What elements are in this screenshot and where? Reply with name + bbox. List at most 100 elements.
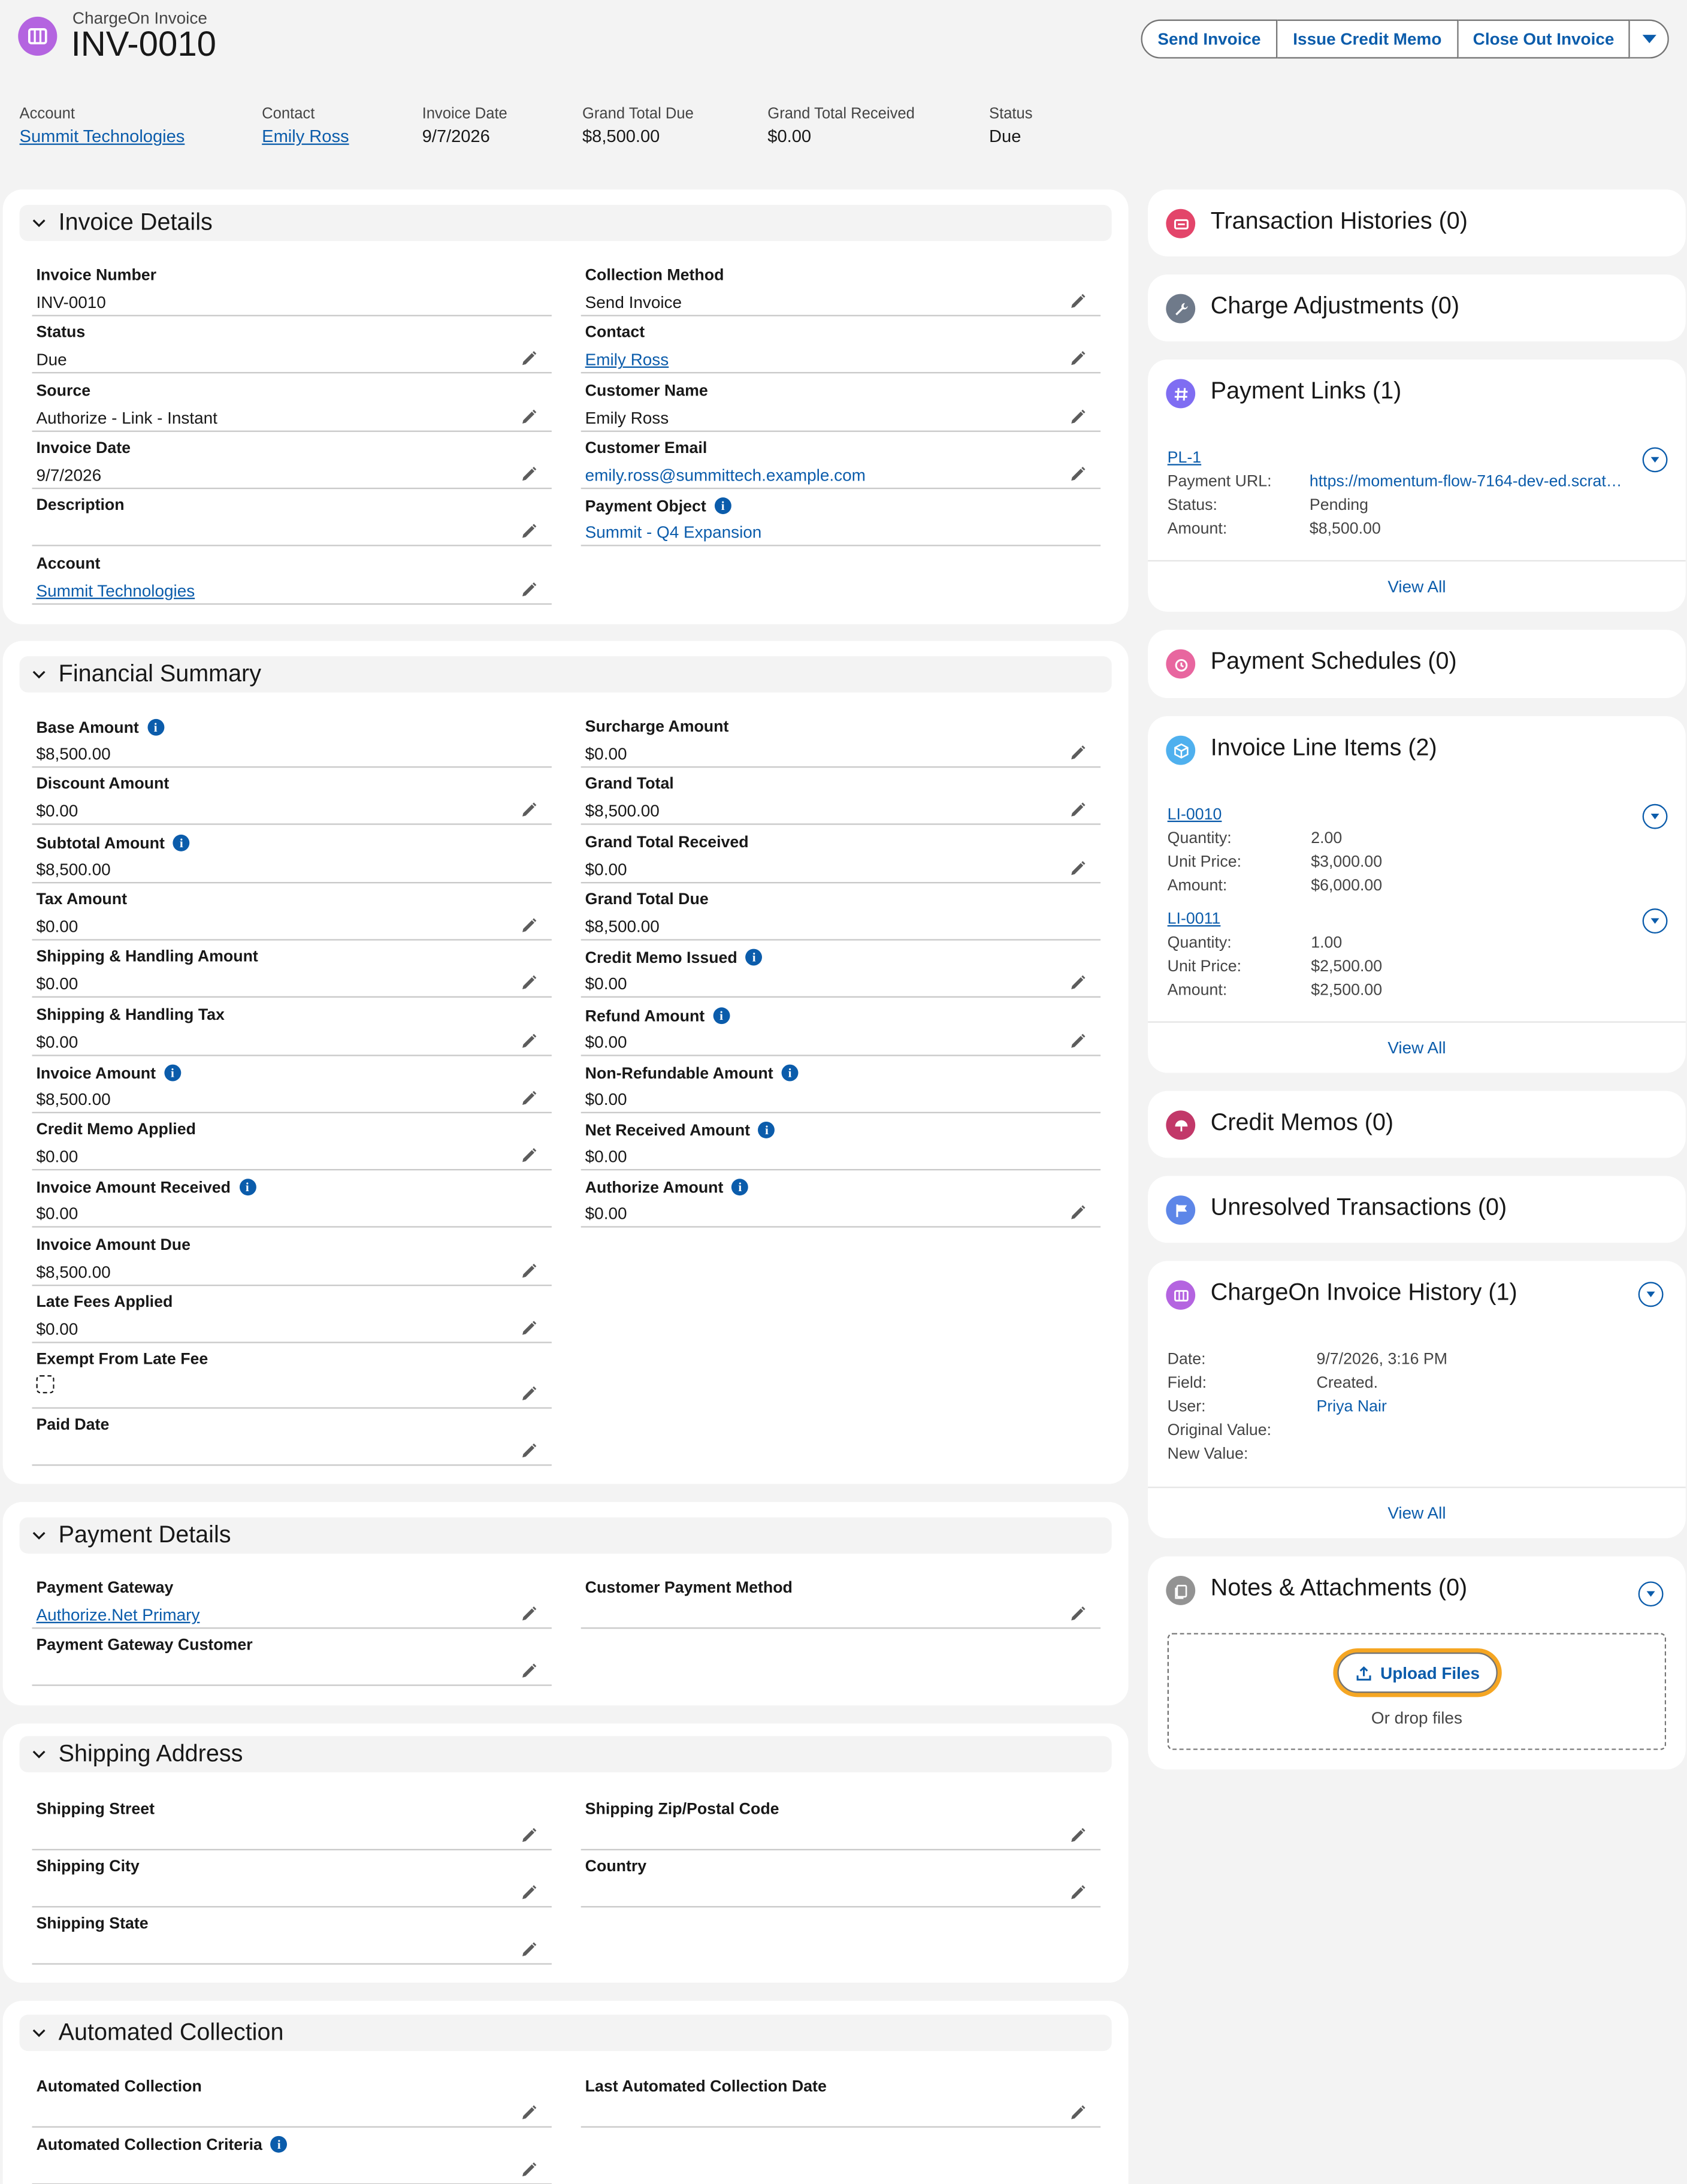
field-value-link[interactable]: emily.ross@summittech.example.com	[585, 465, 866, 485]
edit-pencil-icon[interactable]	[519, 1262, 537, 1280]
edit-pencil-icon[interactable]	[1069, 350, 1087, 368]
edit-pencil-icon[interactable]	[519, 465, 537, 483]
line-item-link[interactable]: LI-0010	[1168, 806, 1222, 823]
list-actions-button[interactable]	[1638, 1282, 1664, 1307]
payment-url-link[interactable]: https://momentum-flow-7164-dev-ed.scrat…	[1310, 474, 1638, 491]
send-invoice-button[interactable]: Send Invoice	[1141, 19, 1278, 59]
edit-pencil-icon[interactable]	[1069, 974, 1087, 992]
edit-pencil-icon[interactable]	[519, 2161, 537, 2179]
contact-link[interactable]: Emily Ross	[262, 127, 349, 147]
edit-pencil-icon[interactable]	[1069, 1204, 1087, 1222]
field-value: $0.00	[585, 974, 627, 994]
notes-attachments-title[interactable]: Notes & Attachments (0)	[1211, 1575, 1467, 1603]
field-value-link[interactable]: Emily Ross	[585, 350, 669, 370]
info-icon[interactable]: i	[745, 949, 763, 966]
payment-details-card: Payment Details Payment Gateway Authorize…	[2, 1502, 1129, 1706]
edit-pencil-icon[interactable]	[519, 1605, 537, 1623]
info-icon[interactable]: i	[238, 1179, 256, 1197]
invoice-line-items-title[interactable]: Invoice Line Items (2)	[1211, 734, 1437, 762]
field-label: Customer Name	[585, 382, 708, 400]
edit-pencil-icon[interactable]	[519, 407, 537, 425]
edit-pencil-icon[interactable]	[1069, 1884, 1087, 1902]
edit-pencil-icon[interactable]	[519, 1147, 537, 1165]
financial-summary-section-header[interactable]: Financial Summary	[19, 656, 1112, 693]
charge-adjustments-title[interactable]: Charge Adjustments (0)	[1211, 292, 1459, 321]
list-actions-button[interactable]	[1638, 1581, 1664, 1607]
info-icon[interactable]: i	[781, 1064, 799, 1082]
info-icon[interactable]: i	[164, 1064, 181, 1082]
field-label: Status	[36, 325, 86, 342]
info-icon[interactable]: i	[147, 718, 164, 736]
edit-pencil-icon[interactable]	[519, 1385, 537, 1403]
edit-pencil-icon[interactable]	[519, 1319, 537, 1337]
edit-pencil-icon[interactable]	[1069, 2104, 1087, 2122]
edit-pencil-icon[interactable]	[1069, 292, 1087, 310]
edit-pencil-icon[interactable]	[519, 350, 537, 368]
invoice-details-card: Invoice Details Invoice Number INV-0010 St…	[2, 189, 1129, 624]
field-label: Non-Refundable Amount i	[585, 1064, 799, 1082]
view-all-link[interactable]: View All	[1148, 1021, 1686, 1073]
info-icon[interactable]: i	[270, 2135, 288, 2153]
field-value: $8,500.00	[36, 859, 111, 879]
credit-memos-title[interactable]: Credit Memos (0)	[1211, 1109, 1393, 1137]
view-all-link[interactable]: View All	[1148, 560, 1686, 612]
view-all-link[interactable]: View All	[1148, 1487, 1686, 1538]
info-icon[interactable]: i	[714, 497, 731, 515]
edit-pencil-icon[interactable]	[519, 917, 537, 935]
row-actions-button[interactable]	[1642, 803, 1668, 829]
info-icon[interactable]: i	[731, 1179, 749, 1197]
info-icon[interactable]: i	[758, 1122, 775, 1139]
edit-pencil-icon[interactable]	[1069, 802, 1087, 820]
info-icon[interactable]: i	[173, 833, 190, 851]
info-icon[interactable]: i	[713, 1007, 730, 1024]
exempt-checkbox[interactable]	[36, 1375, 55, 1394]
row-actions-button[interactable]	[1642, 447, 1668, 473]
field-value-link[interactable]: Summit - Q4 Expansion	[585, 522, 762, 542]
field-label: Last Automated Collection Date	[585, 2079, 827, 2096]
edit-pencil-icon[interactable]	[519, 581, 537, 599]
file-drop-zone[interactable]: Upload Files Or drop files	[1167, 1633, 1667, 1750]
highlight-invoice-date: Invoice Date 9/7/2026	[422, 106, 507, 146]
line-item-link[interactable]: LI-0011	[1168, 911, 1221, 928]
edit-pencil-icon[interactable]	[1069, 465, 1087, 483]
invoice-history-title[interactable]: ChargeOn Invoice History (1)	[1211, 1279, 1517, 1307]
unresolved-transactions-title[interactable]: Unresolved Transactions (0)	[1211, 1194, 1507, 1222]
edit-pencil-icon[interactable]	[519, 1662, 537, 1680]
edit-pencil-icon[interactable]	[519, 522, 537, 540]
payment-details-section-header[interactable]: Payment Details	[19, 1517, 1112, 1554]
more-actions-button[interactable]	[1629, 19, 1669, 59]
shipping-address-section-header[interactable]: Shipping Address	[19, 1736, 1112, 1772]
field-label: Unit Price:	[1167, 958, 1242, 975]
account-link[interactable]: Summit Technologies	[20, 127, 185, 147]
payment-schedules-card: Payment Schedules (0)	[1148, 630, 1686, 699]
edit-pencil-icon[interactable]	[519, 2104, 537, 2122]
edit-pencil-icon[interactable]	[519, 1827, 537, 1845]
edit-pencil-icon[interactable]	[1069, 407, 1087, 425]
upload-files-button[interactable]: Upload Files	[1337, 1652, 1498, 1693]
edit-pencil-icon[interactable]	[1069, 859, 1087, 877]
payment-schedules-title[interactable]: Payment Schedules (0)	[1211, 648, 1457, 676]
transaction-histories-title[interactable]: Transaction Histories (0)	[1211, 207, 1468, 235]
edit-pencil-icon[interactable]	[519, 1442, 537, 1460]
edit-pencil-icon[interactable]	[519, 1884, 537, 1902]
edit-pencil-icon[interactable]	[1069, 744, 1087, 762]
automated-collection-section-header[interactable]: Automated Collection	[19, 2014, 1112, 2051]
edit-pencil-icon[interactable]	[1069, 1605, 1087, 1623]
edit-pencil-icon[interactable]	[1069, 1032, 1087, 1050]
payment-links-title[interactable]: Payment Links (1)	[1211, 377, 1402, 406]
edit-pencil-icon[interactable]	[519, 1089, 537, 1107]
payment-link-record-link[interactable]: PL-1	[1168, 450, 1202, 467]
invoice-details-section-header[interactable]: Invoice Details	[19, 204, 1112, 241]
edit-pencil-icon[interactable]	[519, 1032, 537, 1050]
history-user-link[interactable]: Priya Nair	[1317, 1399, 1387, 1416]
edit-pencil-icon[interactable]	[519, 1941, 537, 1959]
chevron-down-icon	[1646, 1291, 1655, 1297]
edit-pencil-icon[interactable]	[519, 974, 537, 992]
issue-credit-memo-button[interactable]: Issue Credit Memo	[1277, 19, 1459, 59]
row-actions-button[interactable]	[1642, 908, 1668, 934]
edit-pencil-icon[interactable]	[519, 802, 537, 820]
field-value-link[interactable]: Summit Technologies	[36, 581, 195, 600]
close-out-invoice-button[interactable]: Close Out Invoice	[1458, 19, 1630, 59]
field-value-link[interactable]: Authorize.Net Primary	[36, 1605, 199, 1625]
edit-pencil-icon[interactable]	[1069, 1827, 1087, 1845]
